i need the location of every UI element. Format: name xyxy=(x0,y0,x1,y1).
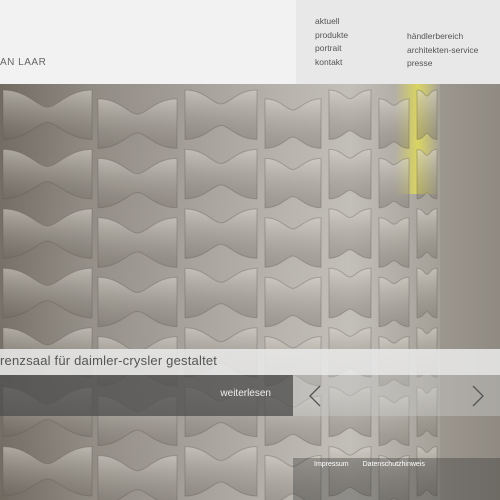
wall-panel-texture xyxy=(2,89,438,500)
primary-nav: aktuell produkte portrait kontakt xyxy=(315,15,348,69)
nav-item-haendlerbereich[interactable]: händlerbereich xyxy=(407,30,478,44)
wall-tile xyxy=(416,267,438,319)
nav-item-kontakt[interactable]: kontakt xyxy=(315,56,348,70)
wall-tile xyxy=(97,276,178,328)
nav-item-presse[interactable]: presse xyxy=(407,57,478,71)
wall-tile xyxy=(378,157,410,209)
wall-tile xyxy=(2,148,93,200)
impressum-link[interactable]: Impressum xyxy=(314,461,349,468)
read-more-button[interactable]: weiterlesen xyxy=(0,375,293,416)
wall-tile xyxy=(264,217,322,268)
wall-tile xyxy=(2,446,93,497)
wall-tile xyxy=(184,446,258,497)
wall-tile xyxy=(328,148,372,200)
slide-caption: renzsaal für daimler-crysler gestaltet xyxy=(0,353,218,368)
wall-tile xyxy=(2,89,93,140)
slide-controls xyxy=(293,375,500,416)
hero-slideshow: renzsaal für daimler-crysler gestaltet w… xyxy=(0,84,500,500)
nav-item-architekten-service[interactable]: architekten-service xyxy=(407,44,478,58)
brand-name[interactable]: AN LAAR xyxy=(0,57,46,68)
wall-tile xyxy=(328,89,372,140)
wall-tile xyxy=(264,157,322,209)
wall-tile xyxy=(2,208,93,259)
wall-tile xyxy=(328,267,372,319)
wall-tile xyxy=(378,276,410,328)
footer-bar: Impressum Datenschutzhinweis xyxy=(293,458,500,500)
wall-tile xyxy=(264,98,322,149)
hero-image xyxy=(2,84,500,500)
wall-tile xyxy=(184,148,258,200)
nav-item-portrait[interactable]: portrait xyxy=(315,42,348,56)
wall-tile xyxy=(416,148,438,200)
nav-item-produkte[interactable]: produkte xyxy=(315,29,348,43)
wall-tile xyxy=(328,208,372,259)
wall-tile xyxy=(97,98,178,149)
wall-tile xyxy=(2,267,93,319)
wall-tile xyxy=(416,208,438,259)
wall-tile xyxy=(378,217,410,268)
footer-links: Impressum Datenschutzhinweis xyxy=(314,461,425,468)
nav-item-aktuell[interactable]: aktuell xyxy=(315,15,348,29)
slide-caption-bar: renzsaal für daimler-crysler gestaltet xyxy=(0,349,500,375)
wall-tile xyxy=(97,217,178,268)
wall-tile xyxy=(184,267,258,319)
wall-tile xyxy=(184,208,258,259)
wall-tile xyxy=(184,89,258,140)
site-header: AN LAAR aktuell produkte portrait kontak… xyxy=(0,0,500,84)
wall-tile xyxy=(416,89,438,140)
datenschutz-link[interactable]: Datenschutzhinweis xyxy=(363,461,425,468)
wall-tile xyxy=(97,157,178,209)
wall-tile xyxy=(378,98,410,149)
chevron-right-icon[interactable] xyxy=(466,384,488,408)
read-more-label: weiterlesen xyxy=(220,388,271,399)
secondary-nav: händlerbereich architekten-service press… xyxy=(407,30,478,71)
wall-tile xyxy=(97,454,178,500)
wall-tile xyxy=(264,276,322,328)
chevron-left-icon[interactable] xyxy=(305,384,327,408)
main-nav: aktuell produkte portrait kontakt händle… xyxy=(296,0,500,84)
